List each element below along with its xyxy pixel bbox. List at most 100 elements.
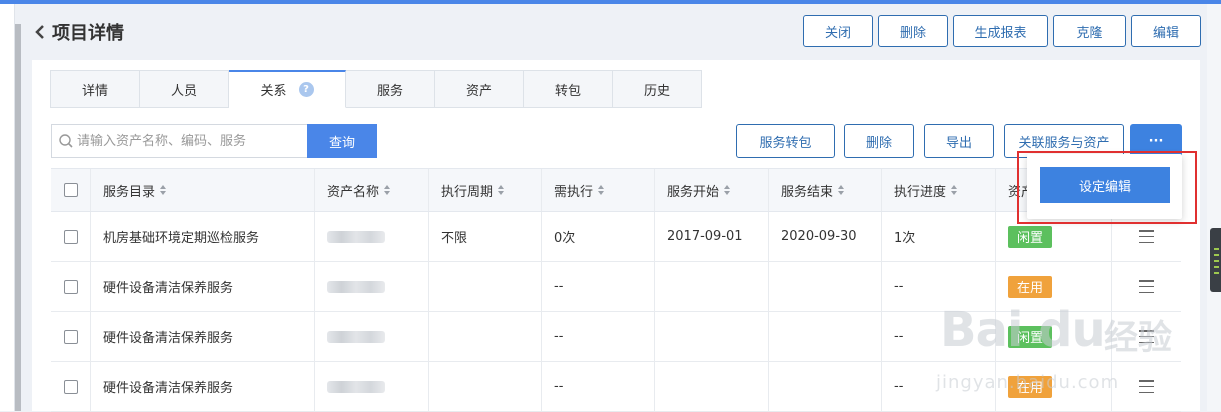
tab-label: 历史 bbox=[643, 83, 670, 99]
content-panel: 详情 人员 关系 ? 服务 资产 转包 历史 查询 服务转包 删除 导出 关联服… bbox=[32, 60, 1200, 412]
end-cell: 2020-09-30 bbox=[769, 212, 882, 261]
start-cell: 2017-09-01 bbox=[655, 212, 769, 261]
service-cell: 机房基础环境定期巡检服务 bbox=[91, 212, 315, 261]
asset-status-cell: 在用 bbox=[996, 262, 1112, 311]
floating-widget-handle[interactable] bbox=[1210, 228, 1221, 292]
row-checkbox-cell bbox=[51, 212, 91, 261]
export-button[interactable]: 导出 bbox=[924, 124, 994, 158]
sort-icon[interactable] bbox=[498, 185, 505, 195]
edit-button[interactable]: 编辑 bbox=[1131, 15, 1201, 47]
tab-details[interactable]: 详情 bbox=[50, 70, 140, 108]
list-menu-icon[interactable] bbox=[1139, 380, 1154, 393]
cycle-cell: 不限 bbox=[429, 212, 542, 261]
row-checkbox[interactable] bbox=[63, 229, 78, 244]
status-badge: 在用 bbox=[1008, 275, 1053, 298]
row-actions-cell bbox=[1112, 362, 1181, 411]
asset-status-cell: 闲置 bbox=[996, 312, 1112, 361]
sort-icon[interactable] bbox=[598, 185, 605, 195]
select-all-checkbox[interactable] bbox=[63, 183, 78, 197]
tab-relations[interactable]: 关系 ? bbox=[229, 70, 346, 108]
blurred-asset-name bbox=[327, 280, 385, 293]
asset-name-cell bbox=[315, 362, 429, 411]
close-button[interactable]: 关闭 bbox=[803, 15, 873, 47]
column-header[interactable]: 服务目录 bbox=[91, 169, 315, 211]
search-box bbox=[51, 124, 307, 158]
table-row[interactable]: 机房基础环境定期巡检服务 不限 0次 2017-09-01 2020-09-30 1次 闲置 bbox=[51, 212, 1181, 262]
list-menu-icon[interactable] bbox=[1139, 230, 1154, 243]
status-badge: 闲置 bbox=[1008, 225, 1053, 248]
end-text: 2020-09-30 bbox=[781, 229, 857, 244]
tab-label: 人员 bbox=[170, 83, 197, 99]
cycle-cell bbox=[429, 312, 542, 361]
search-input[interactable] bbox=[74, 125, 307, 157]
left-scrollbar[interactable] bbox=[15, 24, 21, 411]
row-actions-cell bbox=[1112, 262, 1181, 311]
page-title: 项目详情 bbox=[52, 23, 124, 44]
table-row[interactable]: 硬件设备清洁保养服务 -- -- 闲置 bbox=[51, 312, 1181, 362]
blurred-asset-name bbox=[327, 380, 385, 393]
column-header[interactable]: 需执行 bbox=[542, 169, 655, 211]
query-button[interactable]: 查询 bbox=[307, 124, 377, 158]
row-checkbox[interactable] bbox=[63, 329, 78, 344]
need-text: -- bbox=[554, 279, 564, 294]
column-header[interactable]: 执行周期 bbox=[429, 169, 542, 211]
right-edge bbox=[1207, 4, 1221, 411]
need-cell: -- bbox=[542, 262, 655, 311]
row-checkbox-cell bbox=[51, 362, 91, 411]
row-actions-cell bbox=[1112, 312, 1181, 361]
back-chevron-icon[interactable] bbox=[30, 22, 50, 42]
column-label: 服务目录 bbox=[103, 184, 156, 200]
header-checkbox-cell bbox=[51, 169, 91, 211]
sort-icon[interactable] bbox=[384, 185, 391, 195]
column-header[interactable]: 服务开始 bbox=[655, 169, 769, 211]
cycle-cell bbox=[429, 362, 542, 411]
column-header[interactable]: 资产名称 bbox=[315, 169, 429, 211]
column-label: 需执行 bbox=[554, 184, 594, 200]
progress-text: -- bbox=[894, 279, 904, 294]
asset-name-cell bbox=[315, 262, 429, 311]
service-subcontract-button[interactable]: 服务转包 bbox=[736, 124, 835, 158]
sort-icon[interactable] bbox=[838, 185, 845, 195]
tab-label: 详情 bbox=[81, 83, 108, 99]
list-menu-icon[interactable] bbox=[1139, 280, 1154, 293]
tab-services[interactable]: 服务 bbox=[346, 70, 435, 108]
column-label: 资产名称 bbox=[327, 184, 380, 200]
tab-personnel[interactable]: 人员 bbox=[140, 70, 229, 108]
table-row[interactable]: 硬件设备清洁保养服务 -- -- 在用 bbox=[51, 362, 1181, 412]
asset-name-cell bbox=[315, 212, 429, 261]
start-text: 2017-09-01 bbox=[667, 229, 743, 244]
status-badge: 在用 bbox=[1008, 375, 1053, 398]
column-label: 服务结束 bbox=[781, 184, 834, 200]
asset-status-cell: 在用 bbox=[996, 362, 1112, 411]
tab-label: 资产 bbox=[465, 83, 492, 99]
table-row[interactable]: 硬件设备清洁保养服务 -- -- 在用 bbox=[51, 262, 1181, 312]
question-icon[interactable]: ? bbox=[298, 82, 314, 97]
table-body: 机房基础环境定期巡检服务 不限 0次 2017-09-01 2020-09-30 1次 闲置… bbox=[51, 212, 1181, 412]
service-text: 机房基础环境定期巡检服务 bbox=[103, 231, 260, 246]
sort-icon[interactable] bbox=[160, 185, 167, 195]
clone-button[interactable]: 克隆 bbox=[1053, 15, 1126, 47]
start-cell bbox=[655, 262, 769, 311]
generate-report-button[interactable]: 生成报表 bbox=[953, 15, 1048, 47]
tab-assets[interactable]: 资产 bbox=[435, 70, 524, 108]
sort-icon[interactable] bbox=[724, 185, 731, 195]
sort-icon[interactable] bbox=[951, 185, 958, 195]
need-text: -- bbox=[554, 379, 564, 394]
column-header[interactable]: 服务结束 bbox=[769, 169, 882, 211]
progress-text: -- bbox=[894, 329, 904, 344]
row-checkbox[interactable] bbox=[63, 279, 78, 294]
annotation-highlight-box bbox=[1017, 151, 1197, 224]
tab-history[interactable]: 历史 bbox=[613, 70, 702, 108]
list-menu-icon[interactable] bbox=[1139, 330, 1154, 343]
column-header[interactable]: 执行进度 bbox=[882, 169, 996, 211]
service-cell: 硬件设备清洁保养服务 bbox=[91, 362, 315, 411]
start-cell bbox=[655, 362, 769, 411]
row-checkbox[interactable] bbox=[63, 379, 78, 394]
end-cell bbox=[769, 262, 882, 311]
delete-project-button[interactable]: 删除 bbox=[878, 15, 948, 47]
tab-bar: 详情 人员 关系 ? 服务 资产 转包 历史 bbox=[50, 70, 702, 108]
blurred-asset-name bbox=[327, 330, 385, 343]
progress-cell: -- bbox=[882, 312, 996, 361]
delete-button[interactable]: 删除 bbox=[844, 124, 914, 158]
tab-subcontract[interactable]: 转包 bbox=[524, 70, 613, 108]
